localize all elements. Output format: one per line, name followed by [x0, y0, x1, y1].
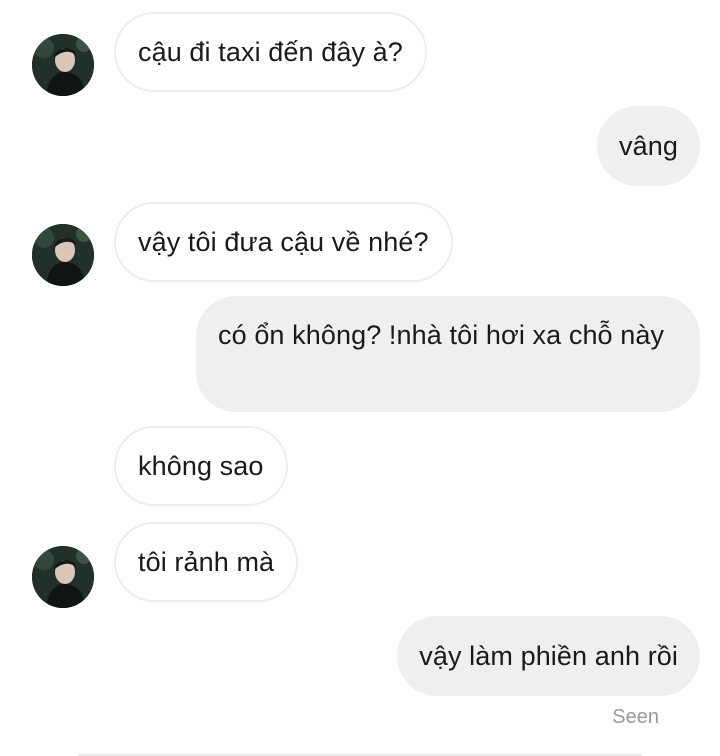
sent-message[interactable]: có ổn không? !nhà tôi hơi xa chỗ này: [196, 296, 700, 412]
message-text: vậy tôi đưa cậu về nhé?: [138, 227, 429, 257]
message-text: tôi rảnh mà: [138, 547, 275, 577]
contact-avatar[interactable]: [32, 224, 94, 286]
contact-avatar[interactable]: [32, 546, 94, 608]
received-message[interactable]: cậu đi taxi đến đây à?: [114, 12, 427, 92]
received-message[interactable]: tôi rảnh mà: [114, 522, 299, 602]
chat-thread: cậu đi taxi đến đây à? vâng vậy tôi đưa …: [0, 0, 720, 756]
profile-photo-icon: [32, 34, 94, 96]
profile-photo-icon: [32, 224, 94, 286]
sent-message[interactable]: vậy làm phiền anh rồi: [397, 616, 700, 696]
sent-message[interactable]: vâng: [597, 106, 700, 186]
received-message[interactable]: vậy tôi đưa cậu về nhé?: [114, 202, 453, 282]
profile-photo-icon: [32, 546, 94, 608]
message-text: vậy làm phiền anh rồi: [419, 641, 678, 671]
message-text: không sao: [138, 451, 264, 481]
message-text: cậu đi taxi đến đây à?: [138, 37, 403, 67]
contact-avatar[interactable]: [32, 34, 94, 96]
message-text: có ổn không? !nhà tôi hơi xa chỗ này: [218, 320, 665, 350]
message-text: vâng: [619, 131, 678, 161]
seen-status: Seen: [612, 706, 659, 728]
received-message[interactable]: không sao: [114, 426, 288, 506]
